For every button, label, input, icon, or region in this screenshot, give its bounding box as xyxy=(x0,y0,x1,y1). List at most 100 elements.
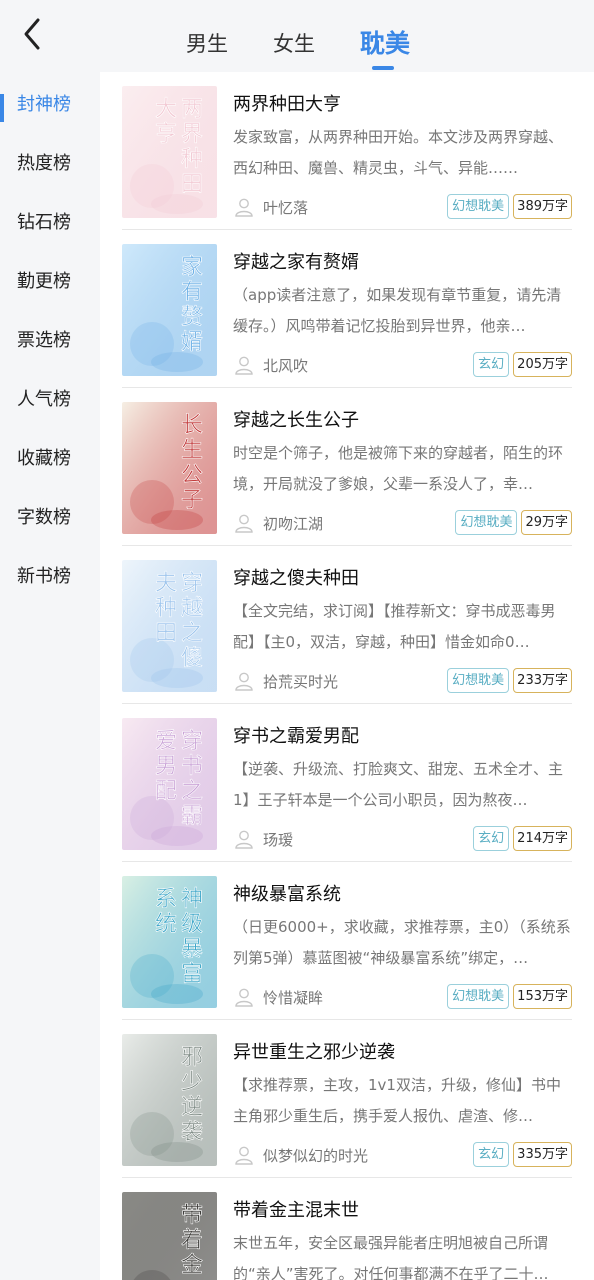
tab-danmei[interactable]: 耽美 xyxy=(360,24,410,60)
svg-text:亨: 亨 xyxy=(155,122,177,147)
book-author: 拾荒买时光 xyxy=(263,673,339,691)
svg-text:种: 种 xyxy=(155,596,177,621)
book-tags: 玄幻 335万字 xyxy=(473,1142,572,1167)
svg-text:霸: 霸 xyxy=(181,804,203,829)
book-cover-image: 穿书之霸 爱男配 xyxy=(122,718,217,850)
book-cover-image: 穿越之傻 夫种田 xyxy=(122,560,217,692)
book-description: 时空是个筛子，他是被筛下来的穿越者，陌生的环境，开局就没了爹娘，父辈一系没人了，… xyxy=(233,444,564,493)
book-list: 两界种田大亨两界种田大亨 发家致富，从两界种田开始。本文涉及两界穿越、西幻种田、魔… xyxy=(100,72,594,1280)
svg-text:婿: 婿 xyxy=(181,330,203,355)
svg-text:系: 系 xyxy=(155,887,177,912)
book-description: 【逆袭、升级流、打脸爽文、甜宠、五术全才、主1】王子轩本是一个公司小职员，因为熬… xyxy=(233,760,564,809)
category-tabs: 男生 女生 耽美 xyxy=(0,0,594,72)
svg-text:穿: 穿 xyxy=(181,729,203,754)
user-icon xyxy=(234,987,254,1007)
tab-male[interactable]: 男生 xyxy=(186,28,228,58)
book-title: 神级暴富系统 xyxy=(233,884,341,905)
book-cover-image: 带着金 xyxy=(122,1192,217,1280)
user-icon xyxy=(234,197,254,217)
book-list-item[interactable]: 家有赘婿穿越之家有赘婿 （app读者注意了，如果发现有章节重复，请先清缓存。）风鸣… xyxy=(100,230,594,388)
word-count-tag: 205万字 xyxy=(513,352,572,377)
active-sidebar-indicator xyxy=(0,94,4,122)
book-cover[interactable]: 邪少逆袭 xyxy=(122,1034,217,1166)
sidebar-item-label: 票选榜 xyxy=(17,330,71,351)
book-list-item[interactable]: 长生公子穿越之长生公子时空是个筛子，他是被筛下来的穿越者，陌生的环境，开局就没了… xyxy=(100,388,594,546)
book-cover-image: 邪少逆袭 xyxy=(122,1034,217,1166)
tab-female[interactable]: 女生 xyxy=(273,28,315,58)
sidebar-item-fengshen[interactable]: 封神榜 xyxy=(0,82,100,122)
word-count-tag: 335万字 xyxy=(513,1142,572,1167)
genre-tag: 玄幻 xyxy=(473,1142,510,1167)
svg-text:之: 之 xyxy=(181,621,203,646)
sidebar-item-hot[interactable]: 热度榜 xyxy=(0,141,100,181)
book-description: 【求推荐票，主攻，1v1双洁，升级，修仙】书中主角邪少重生后，携手爱人报仇、虐渣… xyxy=(233,1076,561,1125)
book-list-item[interactable]: 穿越之傻夫种田穿越之傻夫种田 【全文完结，求订阅】【推荐新文：穿书成恶毒男配】【主… xyxy=(100,546,594,704)
book-title: 穿越之傻夫种田 xyxy=(233,568,359,589)
book-title: 异世重生之邪少逆袭 xyxy=(233,1042,395,1063)
user-icon xyxy=(234,671,254,691)
sidebar-item-label: 新书榜 xyxy=(17,566,71,587)
book-cover[interactable]: 穿越之傻 夫种田 xyxy=(122,560,217,692)
book-list-item[interactable]: 两界种田大亨两界种田大亨 发家致富，从两界种田开始。本文涉及两界穿越、西幻种田、魔… xyxy=(100,72,594,230)
word-count-tag: 233万字 xyxy=(513,668,572,693)
book-title: 穿越之家有赘婿 xyxy=(233,252,359,273)
book-tags: 幻想耽美 389万字 xyxy=(447,194,572,219)
book-tags: 幻想耽美 233万字 xyxy=(447,668,572,693)
genre-tag: 幻想耽美 xyxy=(447,194,510,219)
word-count-tag: 214万字 xyxy=(513,826,572,851)
svg-text:界: 界 xyxy=(181,122,203,147)
svg-text:之: 之 xyxy=(181,779,203,804)
book-author: 玚瑷 xyxy=(263,831,294,849)
genre-tag: 幻想耽美 xyxy=(447,984,510,1009)
book-cover-image: 两界种田 大亨 xyxy=(122,86,217,218)
book-author: 似梦似幻的时光 xyxy=(263,1147,369,1165)
book-cover[interactable]: 长生公子 xyxy=(122,402,217,534)
svg-text:男: 男 xyxy=(155,754,177,779)
svg-text:大: 大 xyxy=(155,97,177,122)
book-list-item[interactable]: 带着金带着金主混末世末世五年，安全区最强异能者庄明旭被自己所谓的“亲人”害死了。… xyxy=(100,1178,594,1280)
svg-text:少: 少 xyxy=(181,1070,203,1095)
sidebar-item-label: 字数榜 xyxy=(17,507,71,528)
book-title: 穿越之长生公子 xyxy=(233,410,359,431)
book-tags: 玄幻 205万字 xyxy=(473,352,572,377)
book-list-item[interactable]: 神级暴富系统神级暴富系统 （日更6000+，求收藏，求推荐票，主0）（系统系列第5… xyxy=(100,862,594,1020)
sidebar-item-new-books[interactable]: 新书榜 xyxy=(0,554,100,594)
svg-text:傻: 傻 xyxy=(181,646,203,671)
sidebar-item-frequent-update[interactable]: 勤更榜 xyxy=(0,259,100,299)
sidebar-item-word-count[interactable]: 字数榜 xyxy=(0,495,100,535)
book-cover[interactable]: 神级暴富 系统 xyxy=(122,876,217,1008)
sidebar-item-favorites[interactable]: 收藏榜 xyxy=(0,436,100,476)
book-cover[interactable]: 带着金 xyxy=(122,1192,217,1280)
svg-text:田: 田 xyxy=(181,172,203,197)
book-description: 末世五年，安全区最强异能者庄明旭被自己所谓的“亲人”害死了。对任何事都满不在乎了… xyxy=(233,1234,549,1280)
book-author: 叶忆落 xyxy=(263,199,309,217)
svg-text:子: 子 xyxy=(181,488,203,513)
svg-text:暴: 暴 xyxy=(181,937,203,962)
book-list-item[interactable]: 穿书之霸爱男配穿书之霸爱男配 【逆袭、升级流、打脸爽文、甜宠、五术全才、主1】王子… xyxy=(100,704,594,862)
svg-text:穿: 穿 xyxy=(181,571,203,596)
svg-text:家: 家 xyxy=(181,255,203,280)
book-author: 怜惜凝眸 xyxy=(263,989,324,1007)
sidebar-item-vote[interactable]: 票选榜 xyxy=(0,318,100,358)
svg-text:带: 带 xyxy=(181,1203,203,1228)
book-description: 发家致富，从两界种田开始。本文涉及两界穿越、西幻种田、魔兽、精灵虫，斗气、异能…… xyxy=(233,128,564,177)
book-description: 【全文完结，求订阅】【推荐新文：穿书成恶毒男配】【主0，双洁，穿越，种田】惜金如… xyxy=(233,602,556,651)
book-description: （app读者注意了，如果发现有章节重复，请先清缓存。）风鸣带着记忆投胎到异世界，… xyxy=(233,286,562,335)
book-title: 带着金主混末世 xyxy=(233,1200,359,1221)
sidebar-item-diamond[interactable]: 钻石榜 xyxy=(0,200,100,240)
svg-text:长: 长 xyxy=(181,413,203,438)
book-tags: 玄幻 214万字 xyxy=(473,826,572,851)
book-author: 北风吹 xyxy=(263,357,309,375)
book-cover[interactable]: 穿书之霸 爱男配 xyxy=(122,718,217,850)
svg-text:富: 富 xyxy=(181,962,203,987)
book-title: 两界种田大亨 xyxy=(233,94,341,115)
book-cover[interactable]: 家有赘婿 xyxy=(122,244,217,376)
svg-text:种: 种 xyxy=(181,147,203,172)
sidebar-item-label: 钻石榜 xyxy=(17,212,71,233)
book-cover[interactable]: 两界种田 大亨 xyxy=(122,86,217,218)
word-count-tag: 389万字 xyxy=(513,194,572,219)
book-list-item[interactable]: 邪少逆袭异世重生之邪少逆袭【求推荐票，主攻，1v1双洁，升级，修仙】书中主角邪少… xyxy=(100,1020,594,1178)
svg-text:配: 配 xyxy=(155,779,177,804)
sidebar-item-label: 热度榜 xyxy=(17,153,71,174)
sidebar-item-popularity[interactable]: 人气榜 xyxy=(0,377,100,417)
